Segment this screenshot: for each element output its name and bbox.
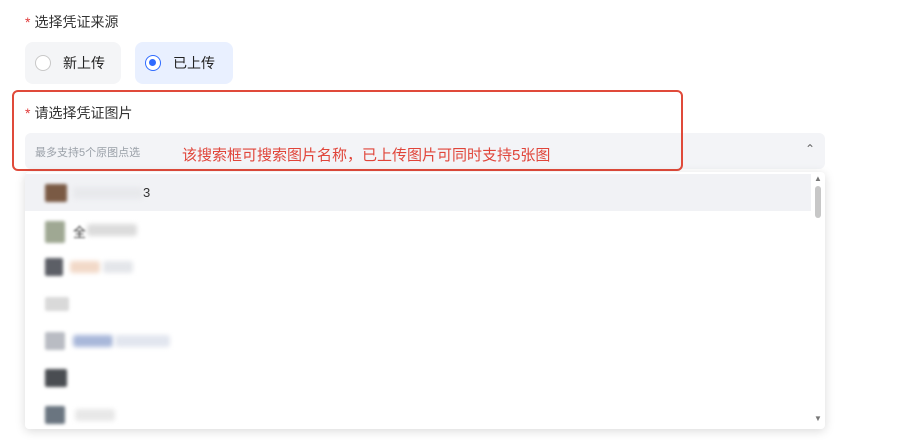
list-item[interactable] (25, 285, 811, 322)
redacted-text (103, 261, 133, 273)
item-name-fragment: 全 (73, 225, 87, 240)
redacted-text (73, 335, 113, 347)
list-item[interactable] (25, 359, 811, 396)
list-item[interactable] (25, 396, 811, 429)
source-label-text: 选择凭证来源 (34, 14, 119, 30)
annotation-note: 该搜索框可搜索图片名称，已上传图片可同时支持5张图 (182, 147, 551, 164)
item-name-fragment: 3 (143, 185, 151, 200)
image-thumbnail (45, 406, 65, 424)
image-thumbnail (45, 332, 65, 350)
image-thumbnail (45, 369, 67, 387)
radio-new-upload[interactable]: 新上传 (25, 42, 121, 84)
redacted-text (87, 224, 137, 236)
redacted-text (70, 261, 100, 273)
redacted-text (73, 187, 143, 199)
image-thumbnail (45, 297, 69, 311)
list-item[interactable] (25, 248, 811, 285)
radio-checked-icon (145, 55, 161, 71)
chevron-up-icon[interactable]: ⌃ (805, 142, 815, 156)
image-thumbnail (45, 184, 67, 202)
radio-uploaded-label: 已上传 (173, 55, 215, 71)
source-label: * 选择凭证来源 (25, 12, 118, 32)
image-thumbnail (45, 258, 63, 276)
dropdown-scrollbar[interactable]: ▲ ▼ (813, 172, 823, 429)
list-item[interactable]: 全 (25, 211, 811, 248)
radio-uploaded[interactable]: 已上传 (135, 42, 233, 84)
image-dropdown-list[interactable]: 3 全 ▲ ▼ (25, 172, 825, 429)
scrollbar-thumb[interactable] (815, 186, 821, 218)
radio-circle-icon (35, 55, 51, 71)
list-item[interactable]: 3 (25, 174, 811, 211)
list-item[interactable] (25, 322, 811, 359)
redacted-text (115, 335, 170, 347)
redacted-text (75, 409, 115, 421)
radio-new-upload-label: 新上传 (63, 55, 105, 71)
scroll-down-arrow-icon[interactable]: ▼ (814, 414, 822, 423)
scroll-up-arrow-icon[interactable]: ▲ (814, 174, 822, 183)
image-thumbnail (45, 221, 65, 243)
required-mark: * (25, 14, 31, 30)
